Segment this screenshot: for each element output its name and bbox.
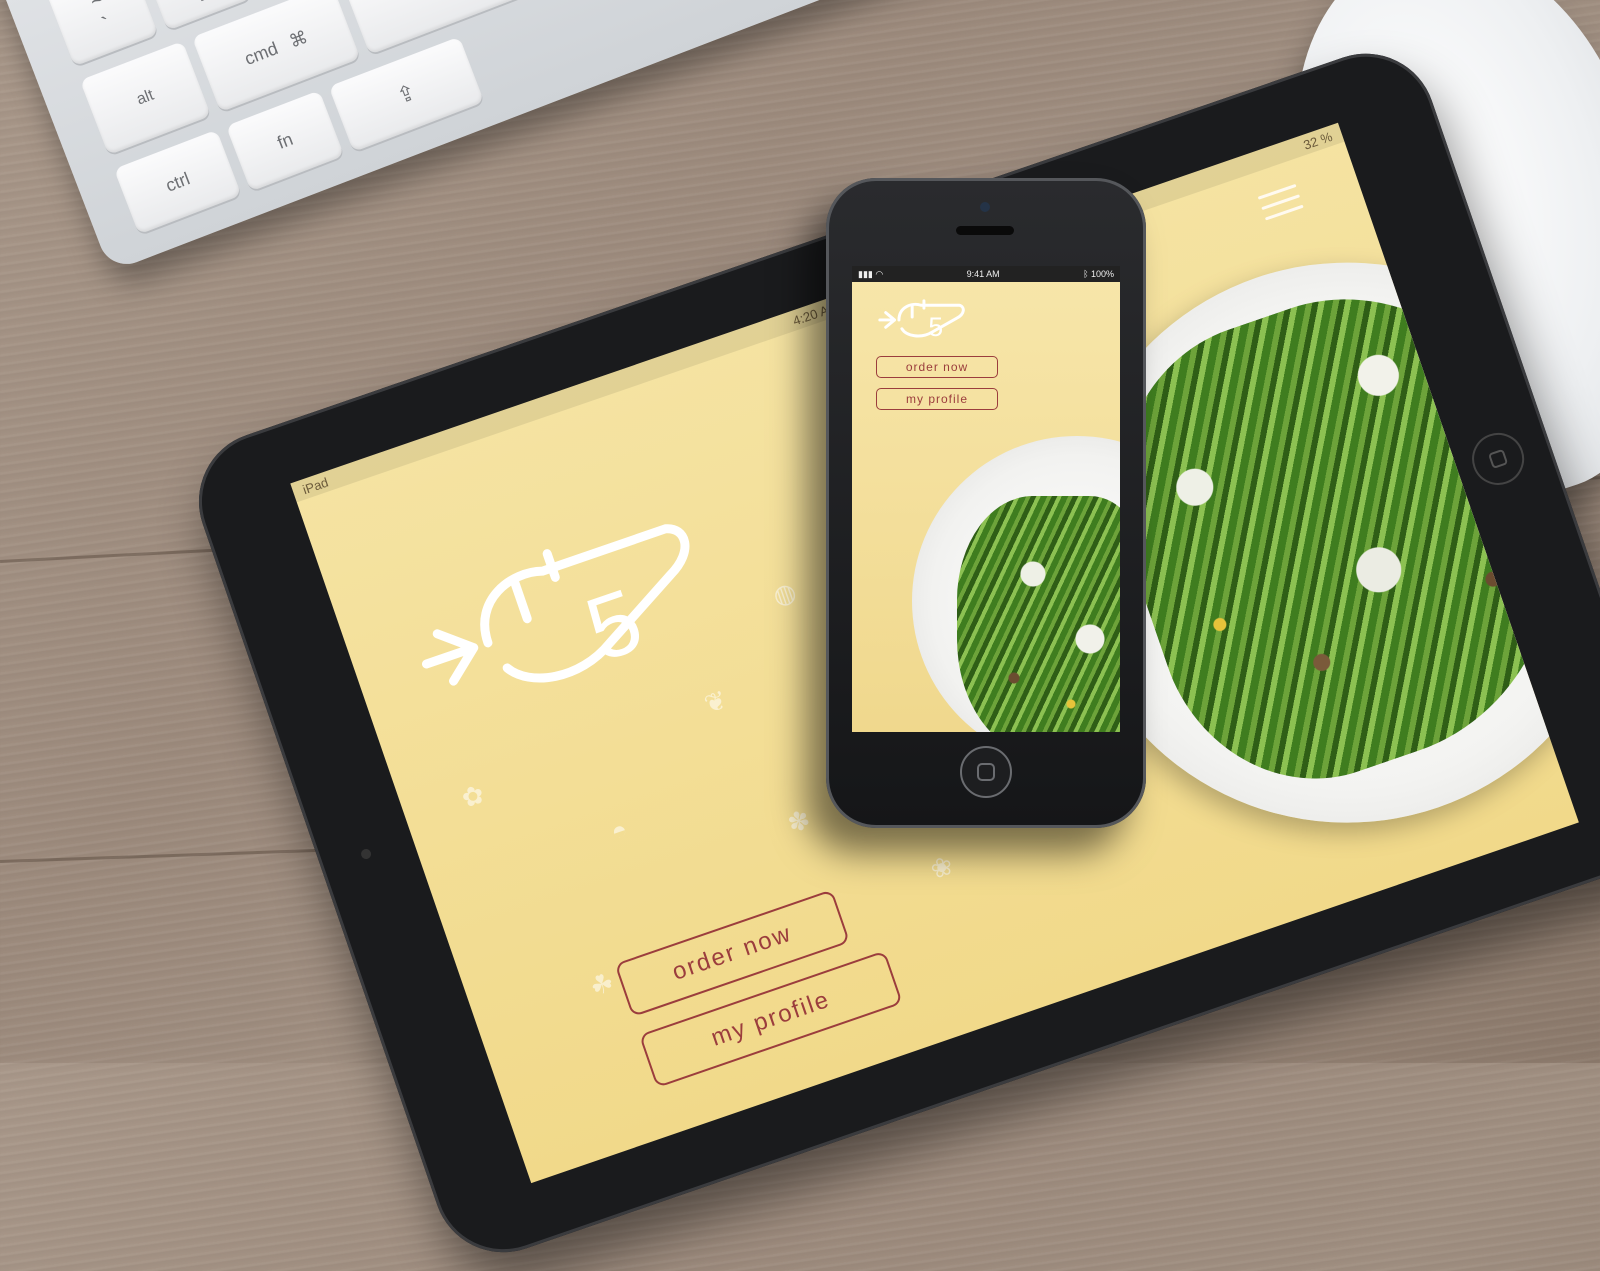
my-profile-button[interactable]: my profile bbox=[876, 388, 998, 410]
menu-icon[interactable] bbox=[1255, 176, 1306, 228]
tablet-camera bbox=[359, 847, 373, 861]
phone-device: ▮▮▮ ◠ 9:41 AM ᛒ 100% 5 order now my prof… bbox=[826, 178, 1146, 828]
time-label: 9:41 AM bbox=[966, 269, 1000, 279]
phone-speaker bbox=[956, 226, 1014, 235]
button-label: my profile bbox=[905, 392, 968, 406]
phone-status-bar: ▮▮▮ ◠ 9:41 AM ᛒ 100% bbox=[852, 266, 1120, 282]
key-label: fn bbox=[274, 128, 296, 153]
phone-camera bbox=[980, 202, 990, 212]
vegetable-doodle-icon: ✿ bbox=[457, 778, 489, 814]
battery-label: ᛒ 100% bbox=[1083, 269, 1114, 279]
key-label: ` bbox=[98, 11, 115, 38]
battery-label: 32 % bbox=[1301, 128, 1335, 153]
carrot-logo-icon: 5 bbox=[878, 299, 965, 342]
vegetable-doodle-icon: ☘ bbox=[586, 966, 618, 1003]
order-now-button[interactable]: order now bbox=[876, 356, 998, 378]
vegetable-doodle-icon: ❦ bbox=[700, 684, 731, 720]
key-label: alt bbox=[134, 86, 157, 109]
bluetooth-icon: ᛒ bbox=[1083, 269, 1091, 279]
key-label: ] bbox=[193, 0, 208, 2]
logo-number: 5 bbox=[928, 312, 943, 342]
key-label: ctrl bbox=[162, 167, 193, 196]
button-label: order now bbox=[905, 360, 969, 374]
phone-screen: ▮▮▮ ◠ 9:41 AM ᛒ 100% 5 order now my prof… bbox=[852, 266, 1120, 732]
carrier-label: iPad bbox=[300, 474, 331, 497]
key-label: cmd bbox=[241, 37, 281, 69]
vegetable-doodle-icon: ◓ bbox=[606, 813, 632, 848]
command-icon: ⌘ bbox=[286, 26, 311, 52]
salad-image bbox=[957, 496, 1120, 732]
phone-home-button[interactable] bbox=[960, 746, 1012, 798]
key-fn[interactable]: fn bbox=[225, 90, 345, 192]
button-label: my profile bbox=[707, 985, 834, 1052]
key-space[interactable] bbox=[341, 0, 856, 55]
tablet-home-button[interactable] bbox=[1465, 425, 1532, 492]
vegetable-doodle-icon: ❀ bbox=[926, 849, 957, 886]
carrot-logo-icon: 5 bbox=[421, 524, 690, 686]
signal-icon: ▮▮▮ ◠ bbox=[858, 268, 884, 279]
button-label: order now bbox=[668, 919, 796, 986]
vegetable-doodle-icon: ✽ bbox=[783, 803, 815, 840]
vegetable-doodle-icon: ◍ bbox=[768, 575, 801, 612]
caps-icon: ⇪ bbox=[393, 78, 420, 109]
